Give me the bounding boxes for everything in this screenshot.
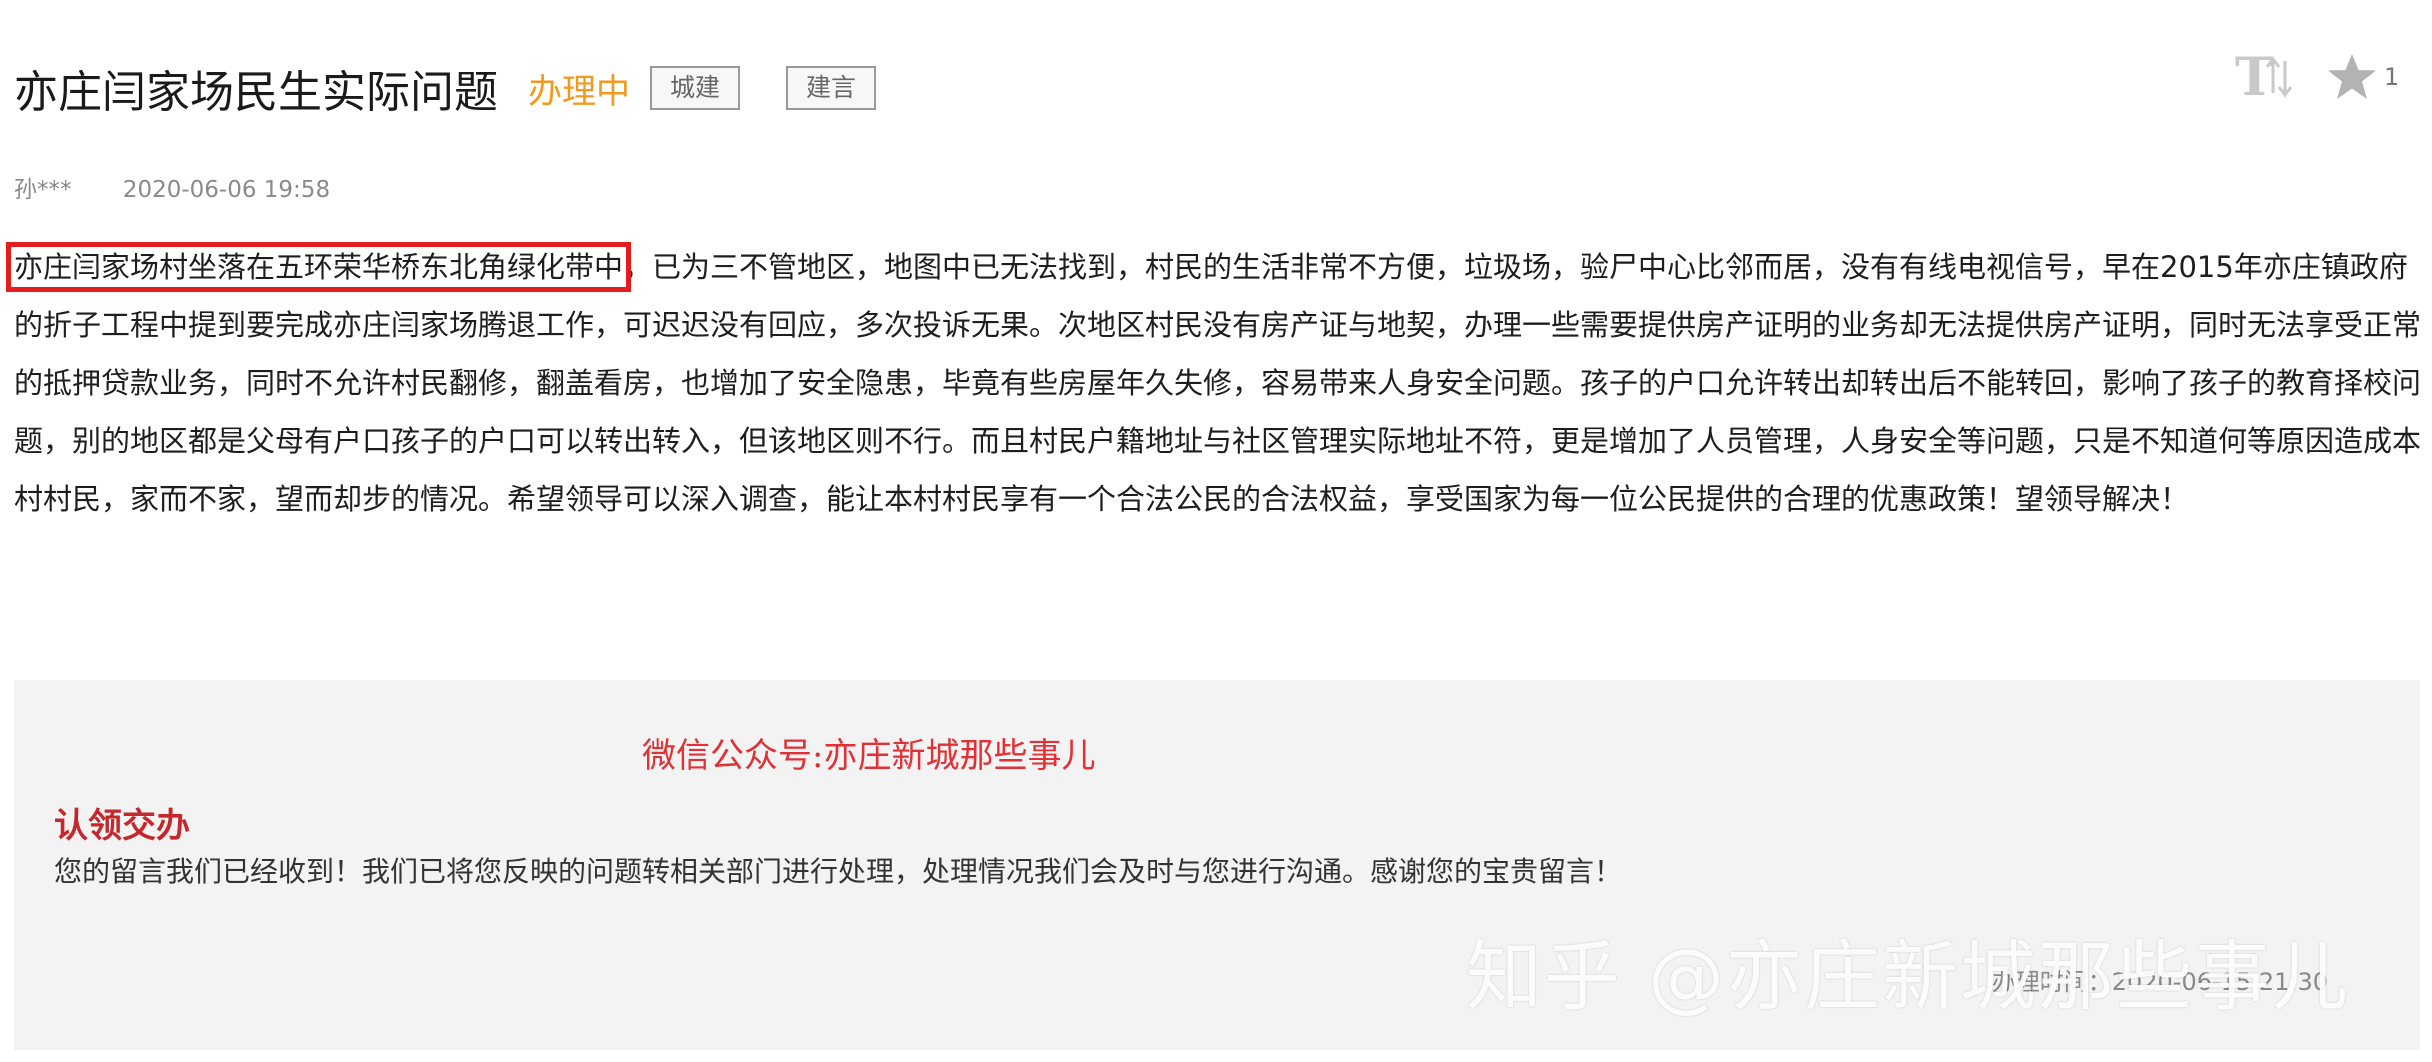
post-content: 亦庄闫家场村坐落在五环荣华桥东北角绿化带中，已为三不管地区，地图中已无法找到，村…	[5, 238, 2424, 528]
star-icon	[2328, 54, 2376, 99]
highlighted-sentence: 亦庄闫家场村坐落在五环荣华桥东北角绿化带中	[5, 242, 632, 292]
status-badge: 办理中	[528, 71, 630, 112]
header: 亦庄闫家场民生实际问题 办理中 城建 建言	[14, 58, 877, 118]
tag-jianyan[interactable]: 建言	[786, 66, 877, 110]
zhihu-watermark: 知乎 @亦庄新城那些事儿	[1465, 932, 2350, 1021]
reply-title: 认领交办	[54, 806, 190, 846]
tag-chengjian[interactable]: 城建	[650, 66, 741, 110]
text-size-icon[interactable]: T	[2230, 42, 2300, 112]
wechat-note: 微信公众号:亦庄新城那些事儿	[642, 736, 1096, 776]
post-body-text: ，已为三不管地区，地图中已无法找到，村民的生活非常不方便，垃圾场，验尸中心比邻而…	[14, 250, 2422, 516]
favorite-button[interactable]: 1	[2326, 51, 2399, 103]
page-title: 亦庄闫家场民生实际问题	[14, 67, 498, 118]
post-meta: 孙*** 2020-06-06 19:58	[14, 170, 330, 204]
toolbar: T 1	[2230, 42, 2399, 112]
author-name: 孙***	[14, 177, 72, 203]
reply-panel: 微信公众号:亦庄新城那些事儿 认领交办 您的留言我们已经收到！我们已将您反映的问…	[14, 680, 2420, 1050]
favorite-count: 1	[2384, 63, 2400, 91]
reply-text: 您的留言我们已经收到！我们已将您反映的问题转相关部门进行处理，处理情况我们会及时…	[54, 855, 1623, 888]
post-date: 2020-06-06 19:58	[122, 177, 331, 203]
svg-text:T: T	[2235, 47, 2274, 108]
